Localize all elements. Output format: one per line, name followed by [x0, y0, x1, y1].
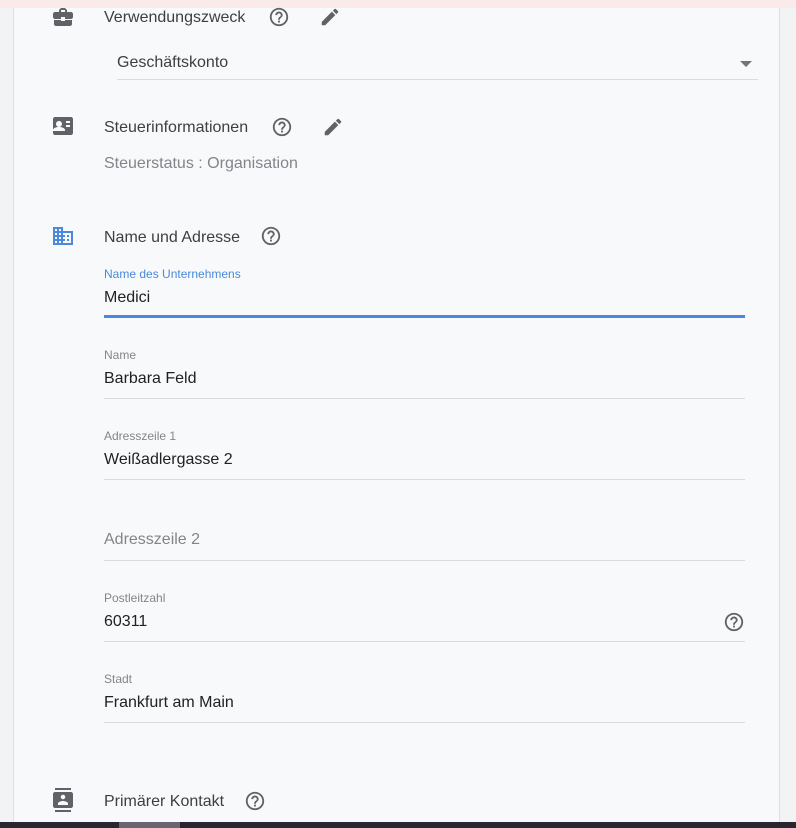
postal-code-label: Postleitzahl — [104, 591, 166, 605]
name-field[interactable]: Name — [104, 348, 745, 399]
form-card: Verwendungszweck Geschäftskonto Steuerin… — [13, 5, 780, 822]
address-line1-input[interactable] — [104, 451, 704, 469]
city-field[interactable]: Stadt — [104, 672, 745, 723]
address-line2-input[interactable] — [104, 531, 704, 549]
help-icon[interactable] — [268, 6, 290, 28]
company-name-input[interactable] — [104, 289, 704, 307]
address-section-title: Name und Adresse — [104, 229, 241, 246]
tax-status-line: Steuerstatus : Organisation — [104, 155, 298, 172]
help-icon[interactable] — [723, 611, 745, 633]
dropdown-arrow-icon — [740, 61, 752, 67]
address-line2-field[interactable] — [104, 510, 745, 561]
edit-pencil-icon[interactable] — [319, 6, 341, 28]
taskbar-strip — [0, 822, 796, 828]
tax-section-title: Steuerinformationen — [104, 119, 249, 136]
edit-pencil-icon[interactable] — [322, 116, 344, 138]
business-building-icon — [51, 224, 75, 248]
help-icon[interactable] — [271, 116, 293, 138]
purpose-select-value: Geschäftskonto — [117, 54, 229, 71]
purpose-select[interactable]: Geschäftskonto — [117, 52, 758, 80]
briefcase-icon — [51, 5, 75, 29]
postal-code-field[interactable]: Postleitzahl — [104, 591, 745, 642]
company-name-field[interactable]: Name des Unternehmens — [104, 265, 745, 318]
city-label: Stadt — [104, 672, 133, 686]
help-icon[interactable] — [260, 225, 282, 247]
address-line1-label: Adresszeile 1 — [104, 429, 177, 443]
contact-person-icon — [51, 788, 75, 812]
taskbar-segment — [119, 822, 180, 828]
purpose-section-title: Verwendungszweck — [104, 9, 246, 26]
city-input[interactable] — [104, 694, 704, 712]
top-strip — [0, 0, 796, 8]
help-icon[interactable] — [244, 790, 266, 812]
address-line1-field[interactable]: Adresszeile 1 — [104, 429, 745, 480]
postal-code-input[interactable] — [104, 613, 704, 631]
name-input[interactable] — [104, 370, 704, 388]
company-name-label: Name des Unternehmens — [104, 267, 241, 281]
contact-section-title: Primärer Kontakt — [104, 793, 225, 810]
contact-card-icon — [51, 114, 75, 138]
name-label: Name — [104, 348, 137, 362]
